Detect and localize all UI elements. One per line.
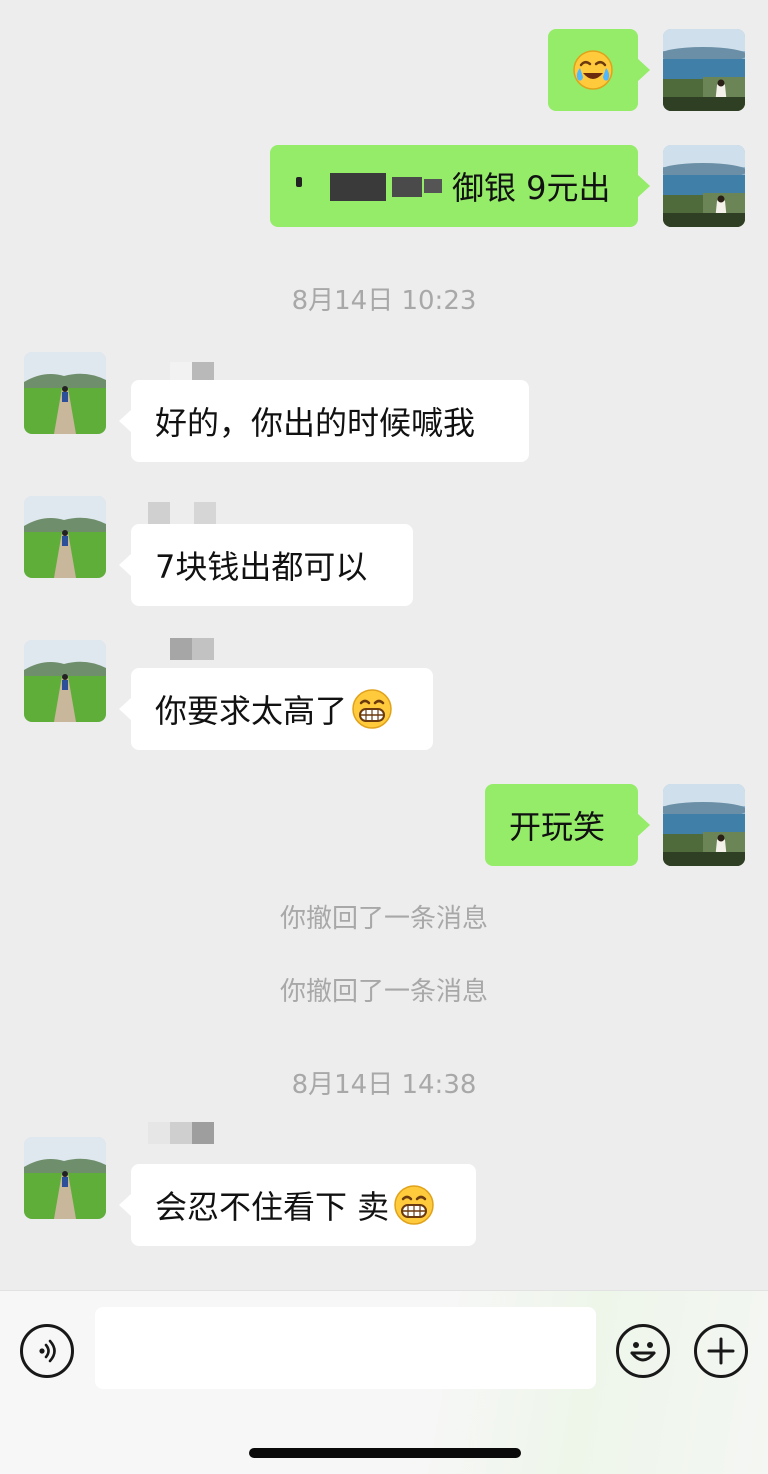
peer-avatar[interactable] [24,640,106,722]
peer-avatar[interactable] [24,496,106,578]
peer-message-bubble[interactable]: 7块钱出都可以 [119,524,413,606]
grinning-emoji-icon [393,1184,435,1226]
self-avatar[interactable] [663,145,745,227]
emoji-picker-icon [630,1342,656,1362]
more-plus-icon [707,1337,735,1365]
peer-message-bubble[interactable]: 会忍不住看下 卖 [119,1164,476,1246]
self-message-bubble[interactable]: 开玩笑 [485,784,650,866]
voice-toggle-button[interactable] [20,1324,74,1378]
voice-toggle-icon [39,1339,56,1363]
self-avatar[interactable] [663,784,745,866]
recall-notice: 你撤回了一条消息 [279,977,488,1007]
message-input[interactable] [95,1307,596,1389]
message-text: 御银 9元出 [452,169,611,207]
chat-input-bar [0,1290,768,1474]
redacted-mark [296,171,446,201]
peer-message-bubble[interactable]: 好的，你出的时候喊我 [119,380,529,462]
self-message-bubble[interactable]: 御银 9元出 [270,145,650,227]
timestamp: 8月14日 10:23 [291,286,477,316]
chat-screen: 御银 9元出 8月14日 10:23 好的，你出的时候喊我 7块钱出都可以 你要… [0,0,768,1474]
sender-name-redacted [170,638,214,660]
message-text: 好的，你出的时候喊我 [155,404,476,442]
message-text: 你要求太高了 [155,692,348,730]
sender-name-redacted [148,502,216,524]
self-avatar[interactable] [663,29,745,111]
peer-message-bubble[interactable]: 你要求太高了 [119,668,433,750]
peer-avatar[interactable] [24,1137,106,1219]
home-indicator [249,1448,521,1458]
message-text: 会忍不住看下 卖 [155,1188,390,1226]
sender-name-redacted [148,1122,214,1144]
self-message-bubble[interactable] [548,29,650,111]
grinning-emoji-icon [351,688,393,730]
timestamp: 8月14日 14:38 [291,1070,477,1100]
laughing-crying-emoji-icon [572,49,614,91]
peer-avatar[interactable] [24,352,106,434]
recall-notice: 你撤回了一条消息 [279,904,488,934]
message-text: 7块钱出都可以 [155,548,368,586]
emoji-picker-button[interactable] [616,1324,670,1378]
more-plus-button[interactable] [694,1324,748,1378]
message-text: 开玩笑 [509,808,606,846]
